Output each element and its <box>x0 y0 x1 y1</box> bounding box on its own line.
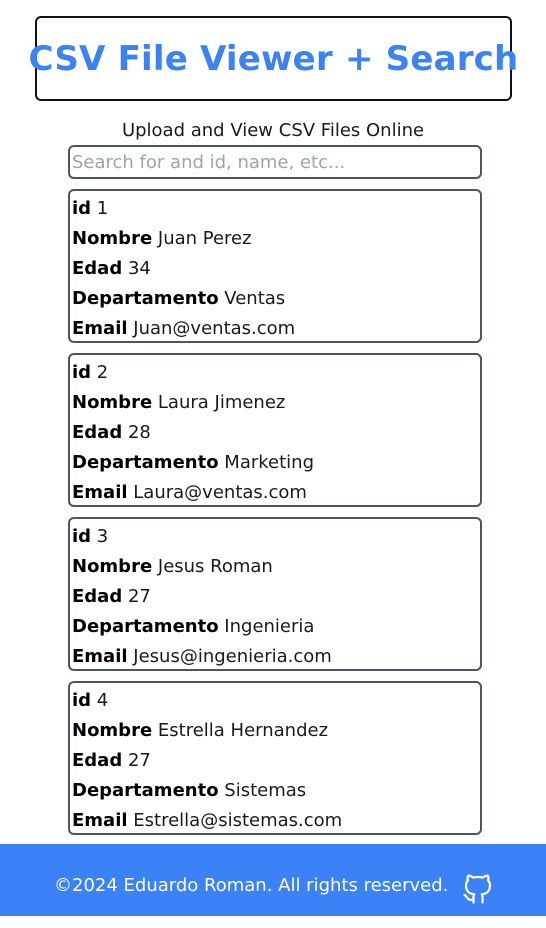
field-label: id <box>72 362 92 383</box>
field-value: Juan@ventas.com <box>133 318 296 339</box>
field-value: 3 <box>96 526 109 547</box>
field-label: Edad <box>72 750 123 771</box>
field-value: 2 <box>96 362 109 383</box>
field-value: Jesus Roman <box>157 556 273 577</box>
page-title: CSV File Viewer + Search <box>28 38 519 79</box>
field-label: Departamento <box>72 288 219 309</box>
field-label: Nombre <box>72 228 153 249</box>
field-label: Email <box>72 810 128 831</box>
field-value: Marketing <box>224 452 315 473</box>
record-field-departamento: Departamento Marketing <box>72 448 478 478</box>
record-field-id: id 2 <box>72 358 478 388</box>
field-value: 28 <box>127 422 151 443</box>
title-box: CSV File Viewer + Search <box>29 16 518 101</box>
record-field-nombre: Nombre Laura Jimenez <box>72 388 478 418</box>
field-label: Edad <box>72 586 123 607</box>
record-field-email: Email Jesus@ingenieria.com <box>72 642 478 672</box>
footer: ©2024 Eduardo Roman. All rights reserved… <box>0 844 546 916</box>
field-value: 27 <box>127 750 151 771</box>
field-label: Email <box>72 646 128 667</box>
field-label: id <box>72 198 92 219</box>
field-value: Juan Perez <box>157 228 252 249</box>
record-card: id 1 Nombre Juan Perez Edad 34 Departame… <box>68 189 482 343</box>
field-value: Laura@ventas.com <box>133 482 307 503</box>
record-field-id: id 1 <box>72 194 478 224</box>
record-field-edad: Edad 27 <box>72 582 478 612</box>
field-value: Jesus@ingenieria.com <box>133 646 332 667</box>
field-value: Sistemas <box>224 780 307 801</box>
field-label: id <box>72 526 92 547</box>
record-field-email: Email Estrella@sistemas.com <box>72 806 478 836</box>
field-label: Nombre <box>72 392 153 413</box>
record-field-departamento: Departamento Ventas <box>72 284 478 314</box>
record-field-departamento: Departamento Ingenieria <box>72 612 478 642</box>
field-label: Email <box>72 482 128 503</box>
record-field-nombre: Nombre Jesus Roman <box>72 552 478 582</box>
record-field-email: Email Laura@ventas.com <box>72 478 478 508</box>
field-value: Estrella@sistemas.com <box>133 810 343 831</box>
field-label: Email <box>72 318 128 339</box>
record-field-id: id 3 <box>72 522 478 552</box>
field-label: Edad <box>72 422 123 443</box>
record-field-id: id 4 <box>72 686 478 716</box>
field-value: 1 <box>96 198 109 219</box>
field-label: Departamento <box>72 452 219 473</box>
record-field-edad: Edad 27 <box>72 746 478 776</box>
field-value: Laura Jimenez <box>157 392 286 413</box>
records-list: id 1 Nombre Juan Perez Edad 34 Departame… <box>68 189 482 845</box>
search-input[interactable] <box>68 145 482 179</box>
page-subtitle: Upload and View CSV Files Online <box>121 120 425 141</box>
field-label: Departamento <box>72 616 219 637</box>
field-value: Ingenieria <box>224 616 315 637</box>
field-label: Nombre <box>72 720 153 741</box>
record-field-nombre: Nombre Juan Perez <box>72 224 478 254</box>
field-value: Ventas <box>224 288 286 309</box>
record-card: id 2 Nombre Laura Jimenez Edad 28 Depart… <box>68 353 482 507</box>
record-card: id 3 Nombre Jesus Roman Edad 27 Departam… <box>68 517 482 671</box>
record-field-email: Email Juan@ventas.com <box>72 314 478 344</box>
record-card: id 4 Nombre Estrella Hernandez Edad 27 D… <box>68 681 482 835</box>
field-value: 4 <box>96 690 109 711</box>
github-icon[interactable] <box>460 871 496 907</box>
field-value: Estrella Hernandez <box>157 720 329 741</box>
field-value: 27 <box>127 586 151 607</box>
field-value: 34 <box>127 258 151 279</box>
record-field-edad: Edad 34 <box>72 254 478 284</box>
field-label: Edad <box>72 258 123 279</box>
field-label: id <box>72 690 92 711</box>
record-field-edad: Edad 28 <box>72 418 478 448</box>
record-field-nombre: Nombre Estrella Hernandez <box>72 716 478 746</box>
record-field-departamento: Departamento Sistemas <box>72 776 478 806</box>
footer-copyright: ©2024 Eduardo Roman. All rights reserved… <box>54 875 449 896</box>
field-label: Departamento <box>72 780 219 801</box>
field-label: Nombre <box>72 556 153 577</box>
